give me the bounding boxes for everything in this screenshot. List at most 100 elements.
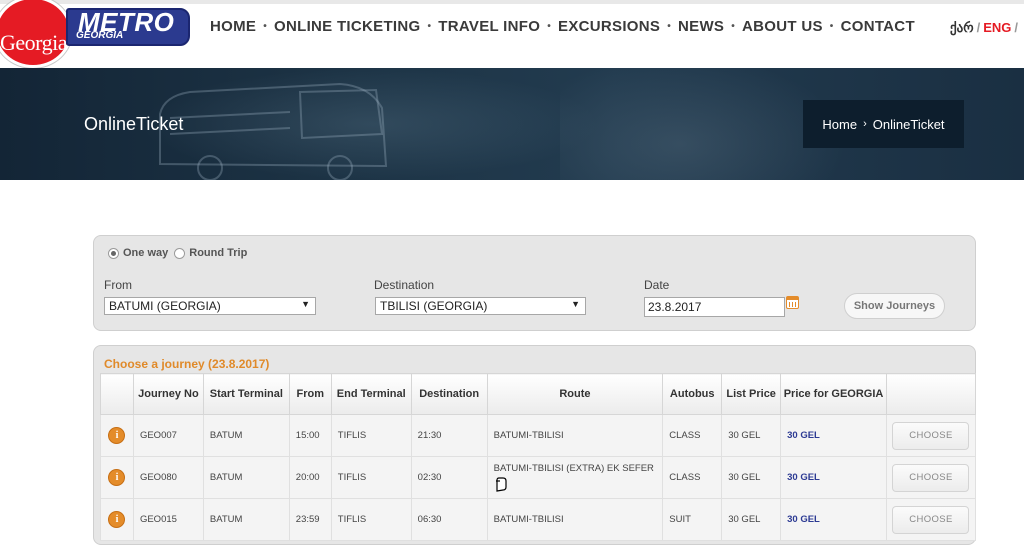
breadcrumb-home[interactable]: Home	[822, 117, 857, 132]
journey-search-panel: One way Round Trip From BATUMI (GEORGIA)…	[93, 235, 976, 331]
nav-separator: •	[547, 21, 552, 32]
info-icon[interactable]: i	[108, 469, 126, 486]
col-journey-no: Journey No	[132, 373, 204, 415]
round-trip-label[interactable]: Round Trip	[189, 247, 247, 259]
departure-time: 23:59	[288, 498, 332, 541]
journey-no: GEO015	[132, 498, 204, 541]
end-terminal: TIFLIS	[330, 456, 412, 499]
route: BATUMI-TBILISI (EXTRA) EK SEFER	[493, 463, 654, 474]
col-end-terminal: End Terminal	[330, 373, 412, 415]
table-header-row: Journey No Start Terminal From End Termi…	[100, 373, 977, 415]
info-icon[interactable]: i	[108, 427, 126, 444]
departure-time: 15:00	[288, 414, 332, 457]
chevron-down-icon: ▼	[301, 299, 310, 309]
chevron-down-icon: ▼	[571, 299, 580, 309]
destination-select[interactable]: TBILISI (GEORGIA) ▼	[375, 297, 586, 315]
info-cell: i	[100, 414, 134, 457]
nav-online-ticketing[interactable]: ONLINE TICKETING	[274, 18, 420, 35]
breadcrumb-current: OnlineTicket	[872, 116, 945, 132]
col-destination: Destination	[410, 373, 488, 415]
lang-georgian[interactable]: ქარ	[950, 20, 974, 35]
pointer-cursor-icon	[495, 477, 507, 492]
journey-results-panel: Choose a journey (23.8.2017) Journey No …	[93, 345, 977, 545]
bus-image	[159, 82, 388, 180]
nav-travel-info[interactable]: TRAVEL INFO	[438, 18, 540, 35]
lang-english[interactable]: ENG	[983, 20, 1011, 35]
route-cell: BATUMI-TBILISI (EXTRA) EK SEFER	[486, 456, 664, 499]
price-for-georgia: 30 GEL	[780, 456, 887, 499]
lang-separator: /	[976, 20, 981, 35]
start-terminal: BATUM	[202, 414, 290, 457]
route: BATUMI-TBILISI	[486, 498, 664, 541]
page-title: OnlineTicket	[84, 114, 184, 134]
col-price-for-georgia: Price for GEORGIA	[780, 373, 887, 415]
journey-no: GEO080	[132, 456, 204, 499]
choose-button[interactable]: CHOOSE	[892, 463, 970, 492]
calendar-icon[interactable]	[786, 296, 799, 309]
nav-separator: •	[263, 21, 268, 32]
table-row: i GEO015 BATUM 23:59 TIFLIS 06:30 BATUMI…	[100, 498, 977, 541]
nav-home[interactable]: HOME	[210, 18, 256, 35]
col-from: From	[288, 373, 332, 415]
price-for-georgia: 30 GEL	[780, 414, 887, 457]
price-for-georgia: 30 GEL	[780, 498, 887, 541]
nav-about-us[interactable]: ABOUT US	[742, 18, 823, 35]
choose-button[interactable]: CHOOSE	[892, 421, 970, 450]
journey-no: GEO007	[132, 414, 204, 457]
list-price: 30 GEL	[721, 414, 782, 457]
arrival-time: 02:30	[410, 456, 488, 499]
page-banner: OnlineTicket Home › OnlineTicket	[0, 68, 1024, 180]
from-select-value: BATUMI (GEORGIA)	[109, 299, 221, 313]
col-action	[885, 373, 977, 415]
destination-label: Destination	[374, 278, 435, 292]
nav-news[interactable]: NEWS	[678, 18, 724, 35]
table-row: i GEO080 BATUM 20:00 TIFLIS 02:30 BATUMI…	[100, 456, 977, 499]
col-start-terminal: Start Terminal	[202, 373, 290, 415]
departure-time: 20:00	[288, 456, 332, 499]
autobus-class: SUIT	[662, 498, 723, 541]
logo-sub: GEORGIA	[76, 30, 124, 41]
destination-select-value: TBILISI (GEORGIA)	[380, 299, 488, 313]
info-cell: i	[100, 456, 134, 499]
arrival-time: 06:30	[410, 498, 488, 541]
logo-circle-text: Georgia	[0, 30, 67, 55]
from-select[interactable]: BATUMI (GEORGIA) ▼	[104, 297, 316, 315]
action-cell: CHOOSE	[885, 456, 977, 499]
breadcrumb: Home › OnlineTicket	[803, 100, 964, 148]
nav-excursions[interactable]: EXCURSIONS	[558, 18, 660, 35]
nav-separator: •	[731, 21, 736, 32]
one-way-radio[interactable]	[108, 247, 119, 259]
nav-separator: •	[667, 21, 672, 32]
nav-separator: •	[427, 21, 432, 32]
list-price: 30 GEL	[721, 456, 782, 499]
action-cell: CHOOSE	[885, 414, 977, 457]
from-label: From	[104, 278, 132, 292]
end-terminal: TIFLIS	[330, 414, 412, 457]
trip-type-group: One way Round Trip	[108, 247, 253, 259]
one-way-label[interactable]: One way	[123, 247, 168, 259]
metro-georgia-logo[interactable]: Georgia METRO GEORGIA	[0, 0, 192, 68]
language-switcher: ქარ / ENG /	[950, 20, 1018, 36]
choose-button[interactable]: CHOOSE	[892, 505, 970, 534]
date-input[interactable]: 23.8.2017	[644, 297, 785, 317]
col-list-price: List Price	[721, 373, 782, 415]
lang-separator: /	[1014, 20, 1019, 35]
start-terminal: BATUM	[202, 456, 290, 499]
action-cell: CHOOSE	[885, 498, 977, 541]
nav-separator: •	[829, 21, 834, 32]
round-trip-radio[interactable]	[174, 247, 186, 259]
info-icon[interactable]: i	[108, 511, 126, 528]
nav-contact[interactable]: CONTACT	[841, 18, 915, 35]
route: BATUMI-TBILISI	[486, 414, 664, 457]
breadcrumb-arrow-icon: ›	[863, 118, 867, 130]
date-label: Date	[644, 278, 670, 292]
show-journeys-button[interactable]: Show Journeys	[844, 293, 945, 319]
table-row: i GEO007 BATUM 15:00 TIFLIS 21:30 BATUMI…	[100, 414, 977, 457]
autobus-class: CLASS	[662, 414, 723, 457]
autobus-class: CLASS	[662, 456, 723, 499]
list-price: 30 GEL	[721, 498, 782, 541]
results-title: Choose a journey (23.8.2017)	[104, 357, 270, 371]
journey-table: Journey No Start Terminal From End Termi…	[100, 373, 977, 541]
col-autobus: Autobus	[662, 373, 723, 415]
end-terminal: TIFLIS	[330, 498, 412, 541]
